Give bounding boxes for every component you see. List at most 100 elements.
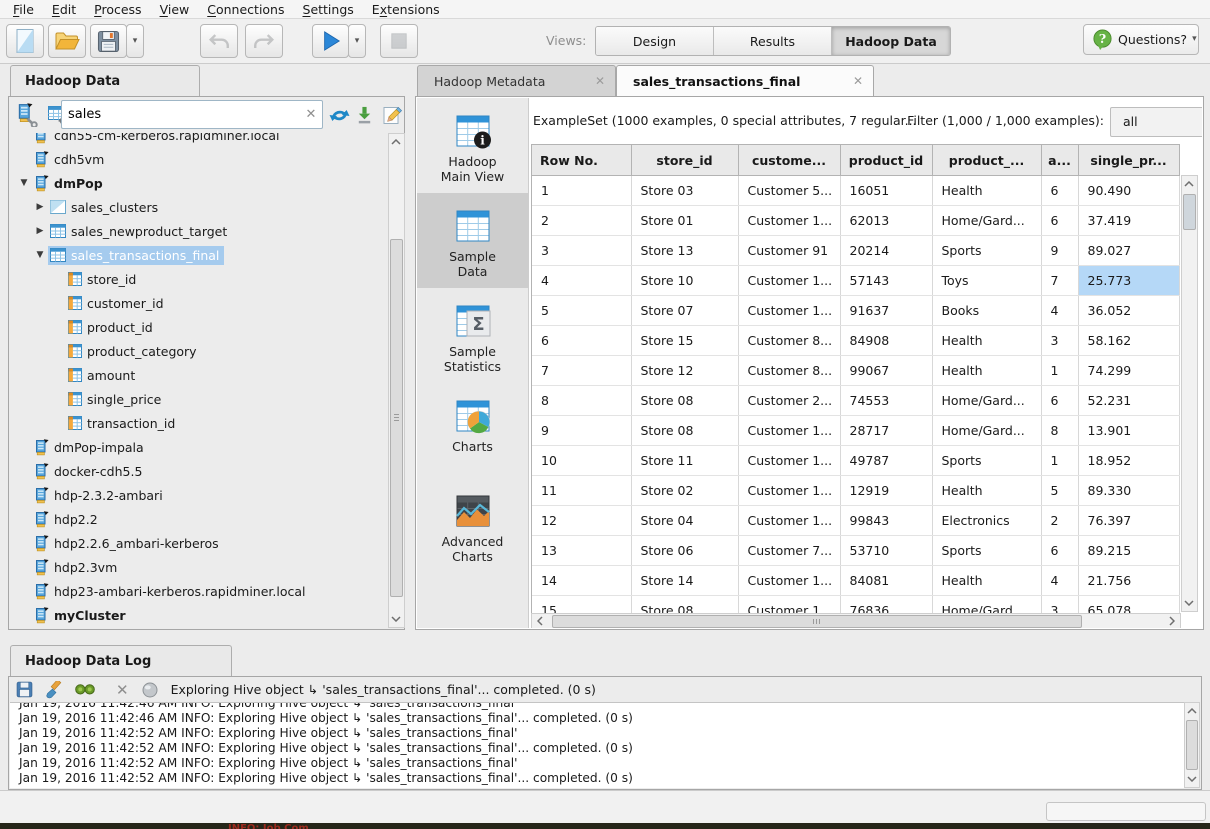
tree-item-product-id[interactable]: product_id [10,315,388,339]
table-cell[interactable]: 2 [532,206,631,236]
table-cell[interactable]: Store 07 [631,296,738,326]
table-cell[interactable]: 6 [532,326,631,356]
table-cell[interactable]: 12 [532,506,631,536]
table-cell[interactable]: 74.299 [1078,356,1179,386]
table-cell[interactable]: Customer 1... [738,296,840,326]
log-scrollbar[interactable] [1184,702,1200,788]
tree-scrollbar[interactable] [388,133,405,628]
scroll-up-icon[interactable] [1182,177,1196,191]
sidebar-item-sample-data[interactable]: Sample Data [417,193,528,288]
menu-item-process[interactable]: Process [85,1,150,18]
scroll-right-icon[interactable] [1165,614,1179,628]
table-cell[interactable]: 89.027 [1078,236,1179,266]
table-cell[interactable]: Store 14 [631,566,738,596]
table-cell[interactable]: Store 03 [631,176,738,206]
table-cell[interactable]: Sports [932,536,1041,566]
sidebar-item-sample-statistics[interactable]: ΣSample Statistics [417,288,528,383]
log-scrollbar-thumb[interactable] [1186,720,1198,770]
download-icon[interactable] [355,105,374,125]
table-cell[interactable]: 9 [532,416,631,446]
table-cell[interactable]: Sports [932,446,1041,476]
table-cell[interactable]: 18.952 [1078,446,1179,476]
table-cell[interactable]: 89.330 [1078,476,1179,506]
table-cell[interactable]: Store 08 [631,386,738,416]
scroll-up-icon[interactable] [389,135,403,149]
table-cell[interactable]: Home/Gard... [932,416,1041,446]
table-cell[interactable]: Customer 2... [738,386,840,416]
table-cell[interactable]: 84081 [840,566,932,596]
search-log-binoculars-icon[interactable] [75,682,95,697]
table-cell[interactable]: 3 [1041,326,1078,356]
table-hscrollbar[interactable] [531,613,1181,628]
save-process-button[interactable] [90,24,127,58]
clear-log-brush-icon[interactable] [44,681,62,699]
table-cell[interactable]: Store 15 [631,326,738,356]
table-cell[interactable]: 84908 [840,326,932,356]
table-cell[interactable]: 58.162 [1078,326,1179,356]
tree-item-cdh5vm[interactable]: cdh5vm [10,147,388,171]
table-cell[interactable]: 49787 [840,446,932,476]
tree-item-hdp2-3vm[interactable]: hdp2.3vm [10,555,388,579]
table-cell[interactable]: Store 02 [631,476,738,506]
table-cell[interactable]: 8 [1041,416,1078,446]
questions-button[interactable]: ? Questions? ▾ [1083,24,1199,55]
tree-item-customer-id[interactable]: customer_id [10,291,388,315]
table-cell[interactable]: Customer 1... [738,566,840,596]
table-cell[interactable]: 28717 [840,416,932,446]
column-header-custome-[interactable]: custome... [738,145,840,176]
tree-item-docker-cdh5-5[interactable]: docker-cdh5.5 [10,459,388,483]
table-cell[interactable]: Store 11 [631,446,738,476]
sidebar-item-hadoop-main-view[interactable]: iHadoop Main View [417,98,528,193]
view-button-hadoop-data[interactable]: Hadoop Data [832,27,950,55]
table-cell[interactable]: Electronics [932,506,1041,536]
table-cell[interactable]: 4 [532,266,631,296]
table-cell[interactable]: Store 08 [631,416,738,446]
table-cell[interactable]: 1 [1041,356,1078,386]
tree-item-mycluster[interactable]: myCluster [10,603,388,627]
table-cell[interactable]: 7 [532,356,631,386]
table-cell[interactable]: 1 [532,176,631,206]
undo-button[interactable] [200,24,238,58]
table-cell[interactable]: 5 [532,296,631,326]
table-cell[interactable]: Books [932,296,1041,326]
table-cell[interactable]: Customer 1... [738,416,840,446]
refresh-icon[interactable] [329,106,350,125]
menu-item-settings[interactable]: Settings [294,1,363,18]
expanded-arrow-icon[interactable]: ▼ [16,178,32,188]
tree-item-single-price[interactable]: single_price [10,387,388,411]
table-cell[interactable]: 57143 [840,266,932,296]
table-cell[interactable]: 36.052 [1078,296,1179,326]
table-cell[interactable]: 6 [1041,206,1078,236]
tree-item-hdp2-2-6-ambari-kerberos[interactable]: hdp2.2.6_ambari-kerberos [10,531,388,555]
sidebar-item-advanced-charts[interactable]: Advanced Charts [417,478,528,573]
table-cell[interactable]: Health [932,176,1041,206]
table-cell[interactable]: 4 [1041,296,1078,326]
tree-scrollbar-thumb[interactable] [390,239,403,597]
run-process-button[interactable] [312,24,349,58]
table-cell[interactable]: 4 [1041,566,1078,596]
pause-log-icon[interactable] [142,682,158,698]
tree-item-cdh55-cm-kerberos-rapidminer-local[interactable]: cdh55-cm-kerberos.rapidminer.local [10,133,388,147]
table-cell[interactable]: Health [932,566,1041,596]
table-cell[interactable]: 3 [532,236,631,266]
new-process-button[interactable] [6,24,44,58]
table-cell[interactable]: Toys [932,266,1041,296]
table-cell[interactable]: Customer 5... [738,176,840,206]
table-cell[interactable]: Customer 8... [738,356,840,386]
menu-item-view[interactable]: View [151,1,199,18]
close-icon[interactable]: ✕ [853,74,863,88]
table-cell[interactable]: 62013 [840,206,932,236]
run-dropdown-button[interactable]: ▾ [348,24,366,58]
scroll-left-icon[interactable] [533,614,547,628]
table-vscrollbar-thumb[interactable] [1183,194,1196,230]
column-header-product-[interactable]: product_... [932,145,1041,176]
save-log-icon[interactable] [16,681,33,698]
table-cell[interactable]: 6 [1041,176,1078,206]
expanded-arrow-icon[interactable]: ▼ [32,250,48,260]
table-cell[interactable]: Home/Gard... [932,206,1041,236]
table-cell[interactable]: 8 [532,386,631,416]
table-cell[interactable]: 90.490 [1078,176,1179,206]
table-cell[interactable]: Health [932,326,1041,356]
table-cell[interactable]: Store 06 [631,536,738,566]
tree-item-hdp23-ambari-kerberos-rapidminer-local[interactable]: hdp23-ambari-kerberos.rapidminer.local [10,579,388,603]
